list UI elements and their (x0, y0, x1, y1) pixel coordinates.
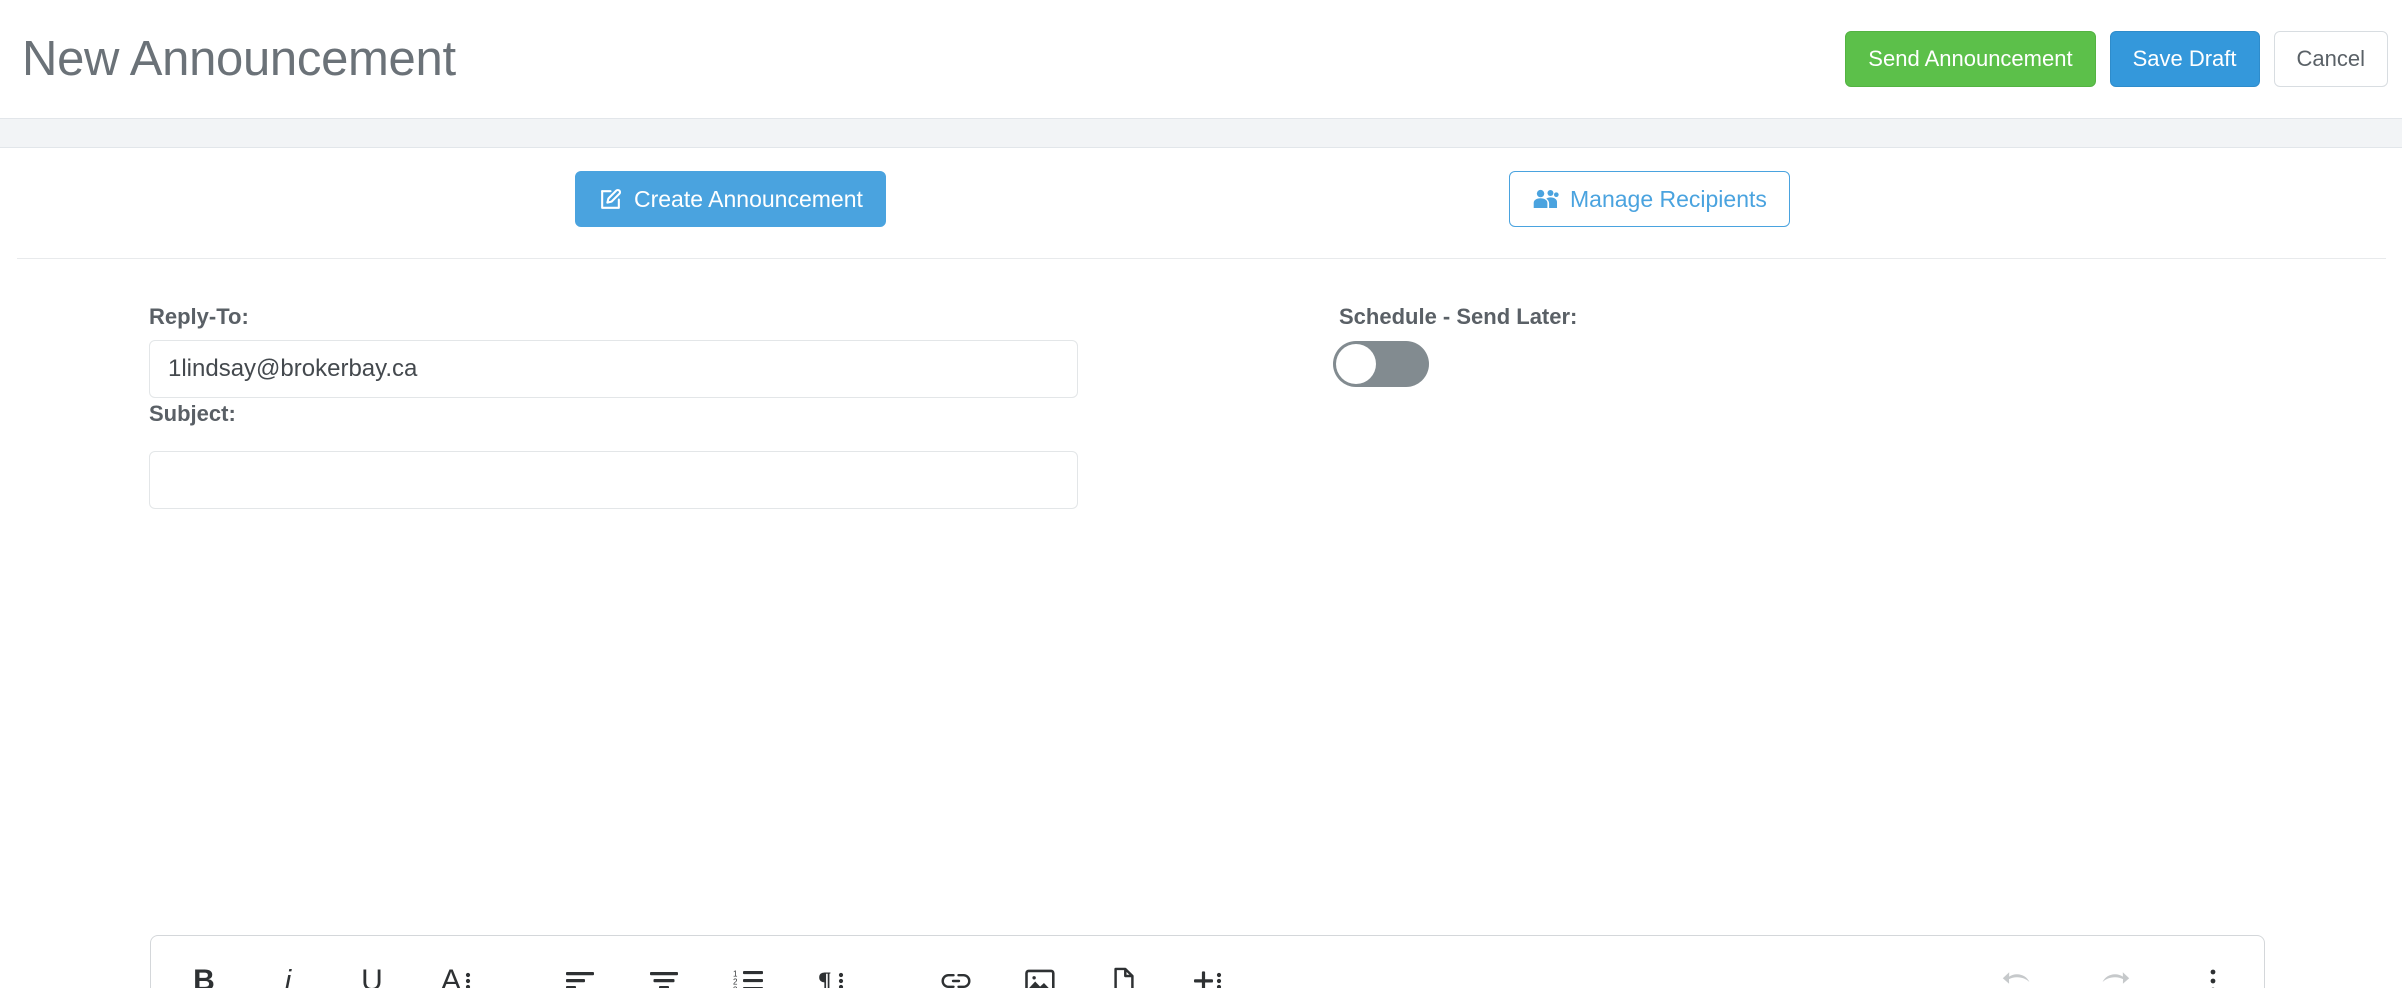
subject-label: Subject: (149, 401, 236, 426)
reply-to-label: Reply-To: (149, 304, 249, 329)
editor-toolbar-right (1988, 952, 2264, 988)
link-icon[interactable] (927, 952, 985, 988)
text-style-icon[interactable]: A (427, 952, 485, 988)
text-style-label: A (440, 964, 461, 988)
bold-icon[interactable]: B (175, 952, 233, 988)
cancel-button[interactable]: Cancel (2273, 31, 2388, 87)
edit-square-icon (598, 187, 623, 212)
page-title: New Announcement (22, 31, 456, 86)
schedule-send-later-label: Schedule - Send Later: (1339, 304, 1578, 329)
page-header: New Announcement Send Announcement Save … (0, 0, 2402, 118)
file-icon[interactable] (1095, 952, 1153, 988)
underline-label: U (361, 964, 383, 988)
tab-manage-recipients[interactable]: Manage Recipients (1509, 171, 1790, 227)
send-announcement-button[interactable]: Send Announcement (1845, 31, 2096, 87)
tab-manage-recipients-label: Manage Recipients (1570, 186, 1767, 212)
tab-create-announcement-label: Create Announcement (634, 186, 863, 212)
align-left-icon[interactable] (551, 952, 609, 988)
paragraph-style-icon[interactable]: ¶ (803, 952, 861, 988)
announcement-form: Reply-To: Subject: Schedule - Send Later… (0, 259, 2402, 988)
header-actions: Send Announcement Save Draft Cancel (1845, 31, 2388, 87)
overflow-menu-icon[interactable] (2184, 952, 2242, 988)
italic-label: i (284, 964, 292, 988)
save-draft-button[interactable]: Save Draft (2109, 31, 2260, 87)
insert-more-icon[interactable] (1179, 952, 1237, 988)
undo-icon[interactable] (1988, 952, 2046, 988)
align-center-icon[interactable] (635, 952, 693, 988)
svg-text:¶: ¶ (818, 968, 832, 988)
toggle-knob (1336, 344, 1376, 384)
tab-create-announcement[interactable]: Create Announcement (575, 171, 886, 227)
editor-toolbar: B i U A 1 2 ¶ (151, 936, 2264, 988)
underline-icon[interactable]: U (343, 952, 401, 988)
italic-icon[interactable]: i (259, 952, 317, 988)
schedule-send-later-toggle[interactable] (1333, 341, 1429, 387)
bold-label: B (193, 964, 215, 988)
redo-icon[interactable] (2086, 952, 2144, 988)
users-group-icon (1532, 188, 1559, 210)
reply-to-input[interactable] (149, 340, 1078, 398)
rich-text-editor: B i U A 1 2 ¶ (150, 935, 2265, 988)
image-icon[interactable] (1011, 952, 1069, 988)
subject-input[interactable] (149, 451, 1078, 509)
tab-row: Create Announcement Manage Recipients (0, 148, 2402, 258)
header-separator-band (0, 118, 2402, 148)
ordered-list-icon[interactable]: 1 2 3 (719, 952, 777, 988)
